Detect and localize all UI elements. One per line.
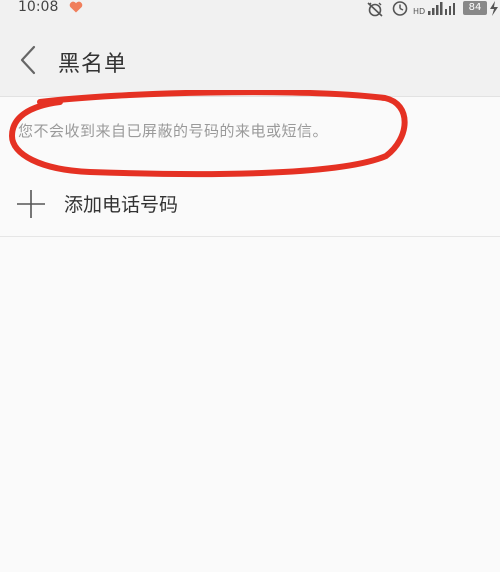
signal-icon [428, 2, 455, 15]
alarm-off-icon [367, 2, 383, 17]
status-bar: 10:08 HD 84 [0, 0, 500, 20]
clock-icon [392, 1, 408, 16]
svg-text:HD: HD [413, 7, 425, 15]
status-time: 10:08 [18, 0, 59, 15]
plus-icon [17, 190, 45, 218]
add-phone-number-button[interactable]: 添加电话号码 [0, 172, 500, 237]
page-title: 黑名单 [58, 52, 128, 77]
chevron-left-icon[interactable] [12, 44, 44, 76]
app-bar: 黑名单 [0, 20, 500, 97]
hd-icon: HD [413, 7, 425, 15]
add-phone-number-label: 添加电话号码 [64, 194, 179, 216]
heart-icon [69, 1, 83, 13]
battery-level: 84 [463, 1, 487, 15]
blacklist-notice: 您不会收到来自已屏蔽的号码的来电或短信。 [18, 122, 329, 140]
charging-icon [490, 1, 498, 16]
